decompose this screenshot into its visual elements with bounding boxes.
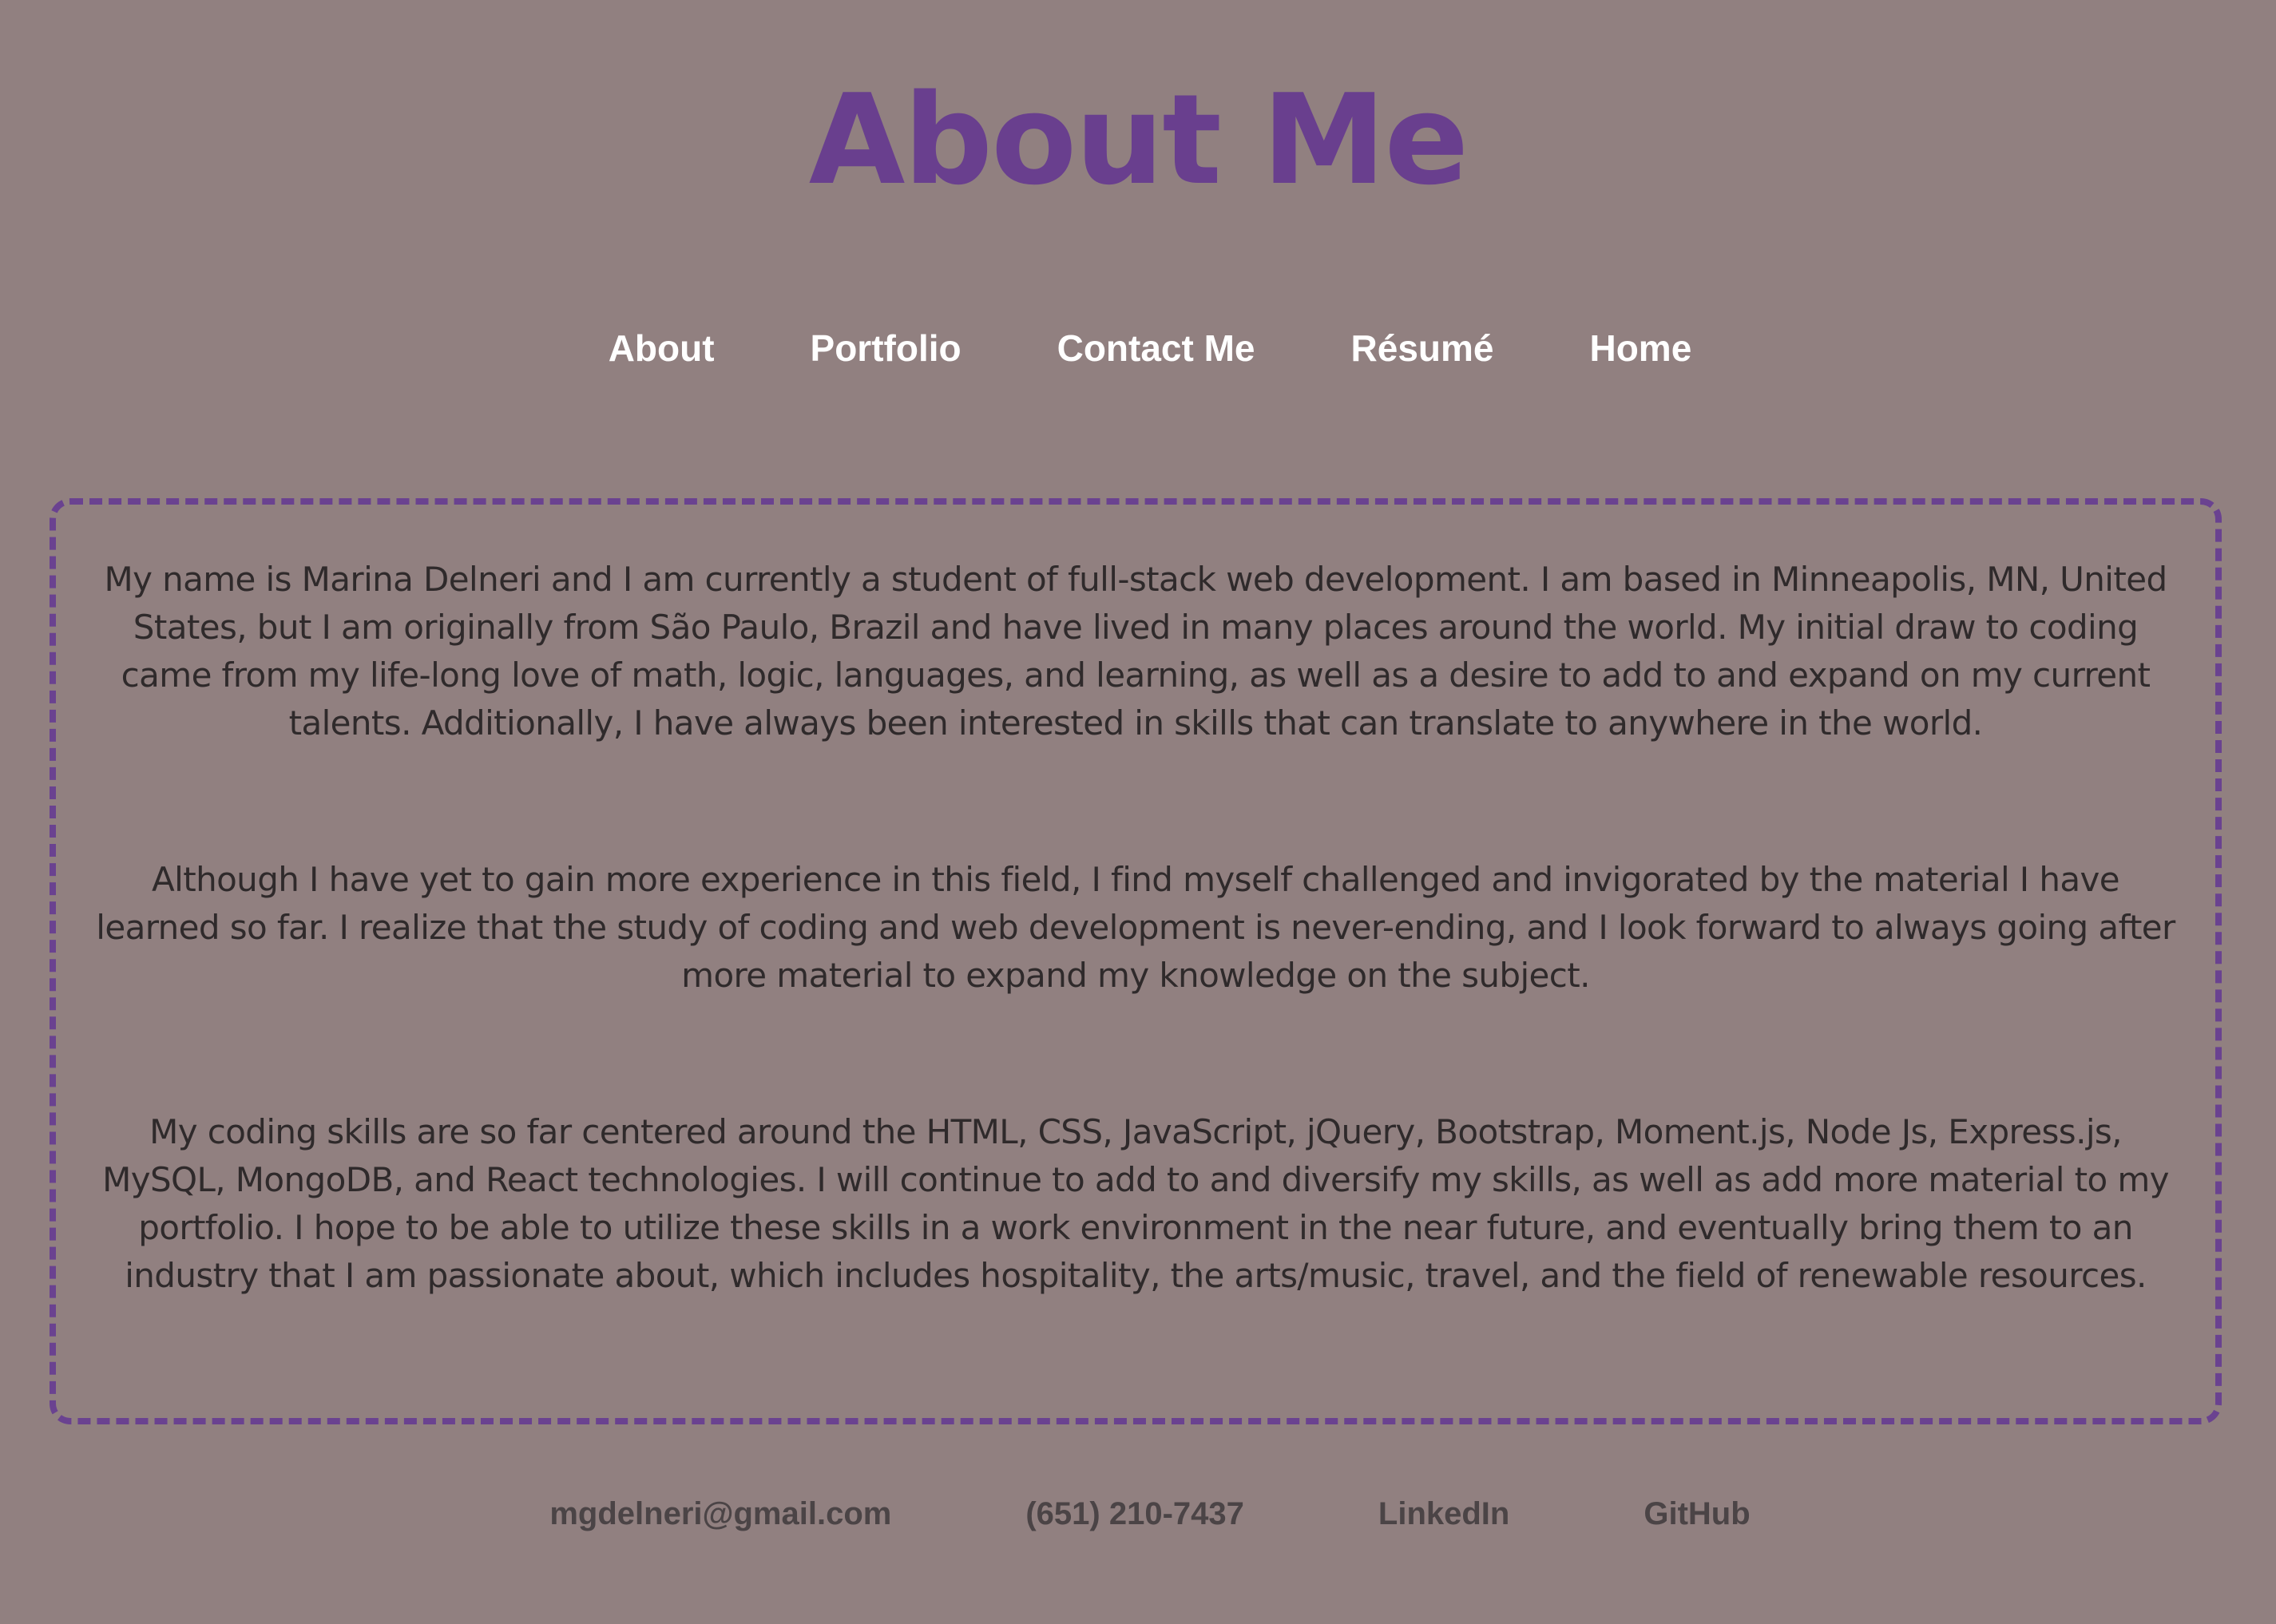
nav-link-portfolio[interactable]: Portfolio — [811, 319, 962, 377]
nav-link-contact-me[interactable]: Contact Me — [1057, 319, 1255, 377]
about-paragraph-skills: My coding skills are so far centered aro… — [102, 1112, 2169, 1295]
footer-phone-link[interactable]: (651) 210-7437 — [1025, 1487, 1244, 1541]
footer-github-link[interactable]: GitHub — [1644, 1487, 1750, 1541]
footer: mgdelneri@gmail.com (651) 210-7437 Linke… — [0, 1487, 2276, 1541]
nav-link-home[interactable]: Home — [1589, 319, 1691, 377]
footer-email-link[interactable]: mgdelneri@gmail.com — [549, 1487, 891, 1541]
about-paragraph-intro: My name is Marina Delneri and I am curre… — [104, 560, 2167, 743]
footer-linkedin-link[interactable]: LinkedIn — [1378, 1487, 1509, 1541]
about-section: My name is Marina Delneri and I am curre… — [50, 498, 2222, 1424]
about-paragraph-experience: Although I have yet to gain more experie… — [96, 860, 2175, 995]
page-title: About Me — [808, 67, 1469, 212]
main-nav: About Portfolio Contact Me Résumé Home — [0, 319, 2276, 377]
nav-link-about[interactable]: About — [609, 319, 715, 377]
nav-link-resume[interactable]: Résumé — [1351, 319, 1494, 377]
